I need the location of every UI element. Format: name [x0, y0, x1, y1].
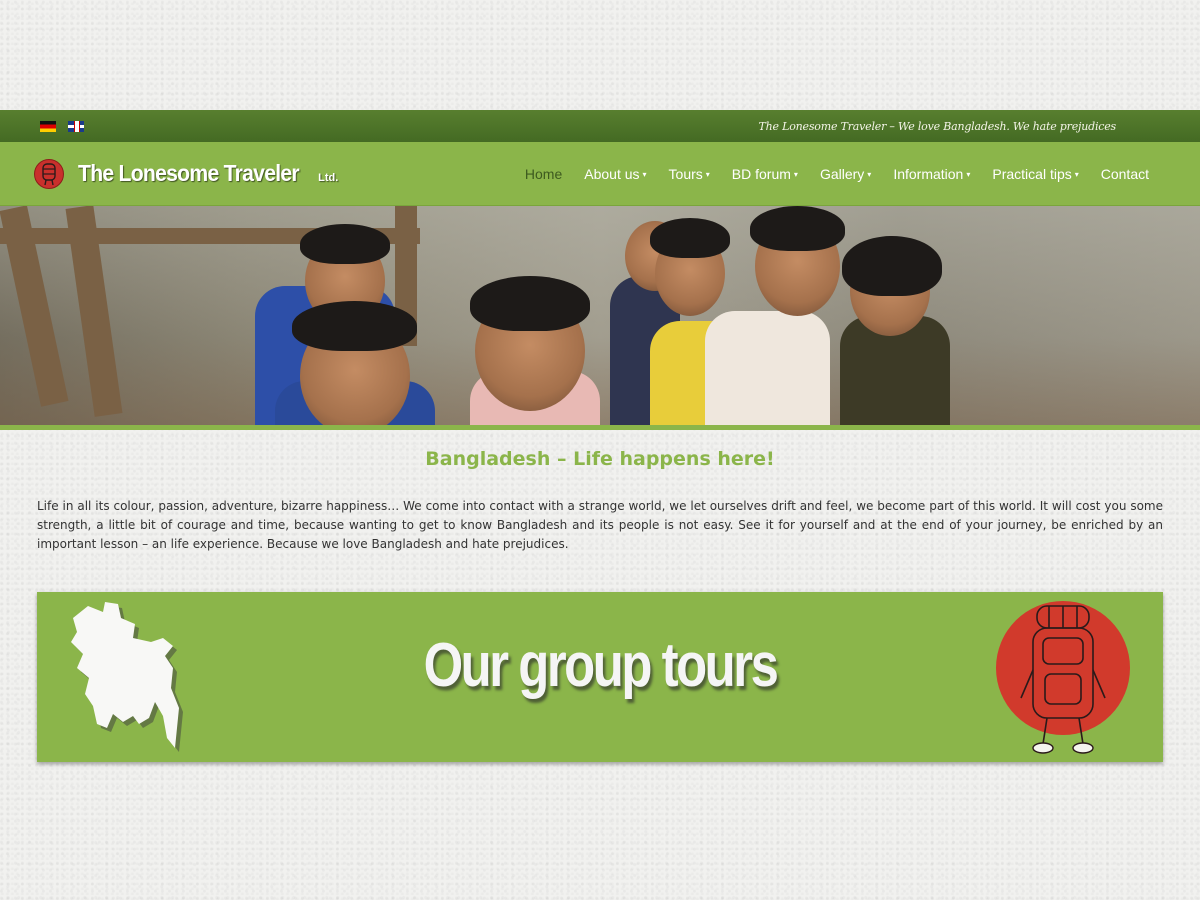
header: The Lonesome Traveler Ltd. Home About us…: [0, 142, 1200, 206]
banner-title: Our group tours: [423, 631, 779, 700]
page: The Lonesome Traveler – We love Banglade…: [0, 110, 1200, 790]
backpack-icon: [996, 601, 1130, 754]
nav-tours[interactable]: Tours ▾: [658, 166, 721, 182]
main-content: Bangladesh – Life happens here! Life in …: [0, 448, 1200, 762]
logo-suffix: Ltd.: [318, 171, 339, 184]
language-switcher: [40, 120, 84, 132]
nav-contact[interactable]: Contact: [1090, 166, 1160, 182]
nav-home[interactable]: Home: [514, 166, 573, 182]
top-bar: The Lonesome Traveler – We love Banglade…: [0, 110, 1200, 142]
child-figure: [470, 276, 590, 331]
nav-label: Practical tips: [992, 165, 1072, 182]
flag-uk-icon[interactable]: [68, 120, 84, 132]
nav-information[interactable]: Information ▾: [882, 166, 981, 182]
flag-de-icon[interactable]: [40, 120, 56, 132]
logo-link[interactable]: The Lonesome Traveler Ltd.: [34, 158, 339, 189]
logo-icon: [34, 158, 64, 189]
nav-label: Contact: [1100, 165, 1149, 182]
nav-label: Information: [893, 165, 964, 182]
child-figure: [750, 206, 845, 251]
caret-down-icon: ▾: [966, 170, 971, 179]
caret-down-icon: ▾: [793, 170, 798, 179]
nav-label: BD forum: [731, 165, 791, 182]
caret-down-icon: ▾: [705, 170, 710, 179]
nav-label: Gallery: [819, 165, 865, 182]
nav-gallery[interactable]: Gallery ▾: [809, 166, 882, 182]
main-nav: Home About us ▾ Tours ▾ BD forum ▾ Galle…: [514, 166, 1160, 182]
page-title: Bangladesh – Life happens here!: [425, 448, 775, 470]
logo-text: The Lonesome Traveler: [78, 160, 300, 186]
nav-bd-forum[interactable]: BD forum ▾: [721, 166, 809, 182]
nav-label: Tours: [668, 165, 703, 182]
nav-about-us[interactable]: About us ▾: [573, 166, 657, 182]
nav-practical-tips[interactable]: Practical tips ▾: [981, 166, 1089, 182]
caret-down-icon: ▾: [642, 170, 647, 179]
nav-label: About us: [584, 165, 640, 182]
nav-label: Home: [524, 165, 563, 182]
intro-text: Life in all its colour, passion, adventu…: [37, 499, 1163, 551]
child-figure: [650, 218, 730, 258]
caret-down-icon: ▾: [1074, 170, 1079, 179]
tagline: The Lonesome Traveler – We love Banglade…: [758, 119, 1117, 133]
child-figure: [292, 301, 417, 351]
child-figure: [705, 311, 830, 425]
child-figure: [300, 224, 390, 264]
caret-down-icon: ▾: [867, 170, 872, 179]
hero-image: [0, 206, 1200, 430]
group-tours-banner[interactable]: Our group tours: [37, 592, 1163, 762]
child-figure: [842, 236, 942, 296]
